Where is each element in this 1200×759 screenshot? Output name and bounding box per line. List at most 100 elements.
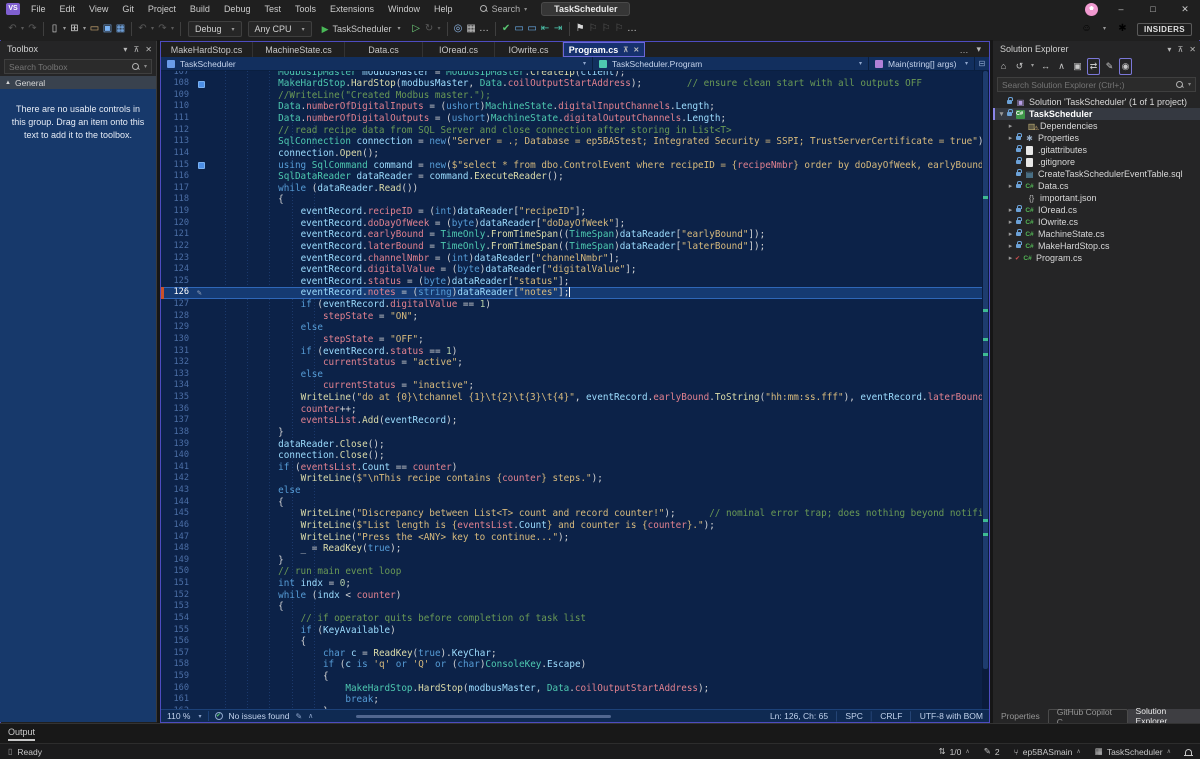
chevron-down-icon[interactable]: ▾ (123, 45, 127, 54)
toolbox-group-general[interactable]: ▲ General (0, 76, 156, 89)
code-line[interactable]: 144 { (161, 497, 989, 509)
menu-git[interactable]: Git (115, 0, 141, 18)
menu-edit[interactable]: Edit (53, 0, 83, 18)
code-line[interactable]: 124 eventRecord.digitalValue = (byte)dat… (161, 264, 989, 276)
code-line[interactable]: 151 int indx = 0; (161, 578, 989, 590)
code-line[interactable]: 114 connection.Open(); (161, 148, 989, 160)
menu-view[interactable]: View (82, 0, 115, 18)
toggle-bookmark-icon[interactable]: ⚑ (574, 19, 587, 39)
code-line[interactable]: 140 connection.Close(); (161, 450, 989, 462)
tree-item-iowrite-cs[interactable]: ▸C#IOwrite.cs (993, 216, 1200, 228)
cursor-position[interactable]: Ln: 126, Ch: 65 (770, 711, 828, 721)
menu-debug[interactable]: Debug (217, 0, 258, 18)
code-line[interactable]: 149 } (161, 555, 989, 567)
code-line[interactable]: 132 currentStatus = "active"; (161, 357, 989, 369)
tree-item-properties[interactable]: ▸✱Properties (993, 132, 1200, 144)
menu-project[interactable]: Project (141, 0, 183, 18)
tree-item-data-cs[interactable]: ▸C#Data.cs (993, 180, 1200, 192)
platform-dropdown[interactable]: Any CPU▾ (248, 21, 312, 37)
tab-list-chevron-icon[interactable]: ▾ (976, 44, 981, 55)
nav-forward-icon[interactable]: ↷ (26, 19, 39, 39)
code-line[interactable]: 134 currentStatus = "inactive"; (161, 380, 989, 392)
zoom-select[interactable]: 110 % ▾ (167, 711, 209, 721)
panel-tab-github-copilot-c-[interactable]: GitHub Copilot C... (1048, 709, 1128, 723)
menu-test[interactable]: Test (257, 0, 288, 18)
redo-caret-icon[interactable]: ▾ (169, 19, 176, 39)
chevron-right-icon[interactable]: ▸ (1006, 134, 1015, 142)
add-item-caret-icon[interactable]: ▾ (81, 19, 88, 39)
code-cleanup-icon[interactable]: ✎ (295, 712, 302, 721)
code-line[interactable]: 150 // run main event loop (161, 566, 989, 578)
pin-icon[interactable]: ⊼ (133, 45, 139, 54)
code-line[interactable]: 137 eventsList.Add(eventRecord); (161, 415, 989, 427)
bell-status[interactable] (1185, 749, 1192, 755)
start-debugging-button[interactable]: ▶TaskScheduler▾ (317, 21, 408, 37)
code-line[interactable]: 107 ModbusIpMaster modbusMaster = Modbus… (161, 71, 989, 78)
code-line[interactable]: 161 break; (161, 694, 989, 706)
next-bookmark-icon[interactable]: ⚐ (600, 19, 613, 39)
tab-ioread-cs[interactable]: IOread.cs (423, 42, 495, 57)
code-line[interactable]: 145 WriteLine("Discrepancy between List<… (161, 508, 989, 520)
code-line[interactable]: 116 SqlDataReader dataReader = command.E… (161, 171, 989, 183)
code-line[interactable]: 142 WriteLine($"\nThis recipe contains {… (161, 473, 989, 485)
code-line[interactable]: 159 { (161, 671, 989, 683)
code-line[interactable]: 147 WriteLine("Press the <ANY> key to co… (161, 532, 989, 544)
encoding-indicator[interactable]: UTF-8 with BOM (920, 711, 983, 721)
tree-item-solution-taskscheduler-1-of-1-project-[interactable]: ▣Solution 'TaskScheduler' (1 of 1 projec… (993, 96, 1200, 108)
increase-indent-icon[interactable]: ⇥ (552, 19, 565, 39)
nav-back-icon[interactable]: ↶ (6, 19, 19, 39)
tab-program-cs[interactable]: Program.cs⊼✕ (563, 42, 645, 57)
code-line[interactable]: 121 eventRecord.earlyBound = TimeOnly.Fr… (161, 229, 989, 241)
code-line[interactable]: 146 WriteLine($"List length is {eventsLi… (161, 520, 989, 532)
code-line[interactable]: 117 while (dataReader.Read()) (161, 183, 989, 195)
new-file-icon[interactable]: ▯ (48, 19, 61, 39)
code-line[interactable]: 155 if (KeyAvailable) (161, 625, 989, 637)
vertical-scrollbar[interactable] (982, 71, 989, 709)
collapse-all-icon[interactable]: ∧ (1055, 59, 1068, 74)
maximize-button[interactable]: □ (1144, 4, 1162, 14)
code-line[interactable]: 120 eventRecord.doDayOfWeek = (byte)data… (161, 218, 989, 230)
tree-item-program-cs[interactable]: ▸✔C#Program.cs (993, 252, 1200, 264)
tree-item-makehardstop-cs[interactable]: ▸C#MakeHardStop.cs (993, 240, 1200, 252)
code-line[interactable]: 127 if (eventRecord.digitalValue == 1) (161, 299, 989, 311)
chevron-down-icon[interactable]: ▾ (1167, 45, 1171, 54)
code-line[interactable]: 157 char c = ReadKey(true).KeyChar; (161, 648, 989, 660)
tree-item--gitattributes[interactable]: .gitattributes (993, 144, 1200, 156)
chevron-right-icon[interactable]: ▸ (1006, 242, 1015, 250)
edit-overflow-icon[interactable]: … (626, 19, 639, 39)
close-button[interactable]: ✕ (1176, 4, 1194, 15)
code-line[interactable]: 126✎ eventRecord.notes = (string)dataRea… (161, 287, 989, 299)
code-line[interactable]: 143 else (161, 485, 989, 497)
panel-tab-properties[interactable]: Properties (993, 709, 1048, 723)
menu-tools[interactable]: Tools (288, 0, 323, 18)
code-line[interactable]: 139 dataReader.Close(); (161, 439, 989, 451)
account-avatar[interactable] (1085, 3, 1098, 16)
redo-icon[interactable]: ↷ (156, 19, 169, 39)
panel-tab-solution-explorer[interactable]: Solution Explorer (1128, 709, 1200, 723)
scope-to-this-icon[interactable]: ⇄ (1087, 58, 1100, 75)
code-line[interactable]: 154 // if operator quits before completi… (161, 613, 989, 625)
close-icon[interactable]: ✕ (633, 46, 639, 54)
tab-iowrite-cs[interactable]: IOwrite.cs (495, 42, 563, 57)
toolbox-search-input[interactable] (9, 62, 132, 72)
save-all-icon[interactable]: ▦ (114, 19, 127, 39)
code-line[interactable]: 113 SqlConnection connection = new("Serv… (161, 136, 989, 148)
code-line[interactable]: 131 if (eventRecord.status == 1) (161, 346, 989, 358)
hot-reload-icon[interactable]: ↻ (423, 19, 436, 39)
code-line[interactable]: 109 //WriteLine("Created Modbus master."… (161, 90, 989, 102)
menu-help[interactable]: Help (427, 0, 460, 18)
pin-icon[interactable]: ⊼ (623, 46, 628, 54)
code-line[interactable]: 123 eventRecord.channelNmbr = (int)dataR… (161, 253, 989, 265)
code-editor[interactable]: 107 ModbusIpMaster modbusMaster = Modbus… (161, 71, 989, 709)
properties-window-icon[interactable]: ▣ (1071, 59, 1084, 74)
global-search-button[interactable]: Search ▾ (474, 4, 534, 14)
pin-icon[interactable]: ⊼ (1177, 45, 1183, 54)
code-line[interactable]: 153 { (161, 601, 989, 613)
tab-data-cs[interactable]: Data.cs (345, 42, 423, 57)
code-line[interactable]: 158 if (c is 'q' or 'Q' or (char)Console… (161, 659, 989, 671)
code-line[interactable]: 128 stepState = "ON"; (161, 311, 989, 323)
switch-views-icon[interactable]: ↔ (1039, 59, 1052, 74)
output-tab[interactable]: Output (8, 727, 35, 741)
code-line[interactable]: 111 Data.numberOfDigitalOutputs = (ushor… (161, 113, 989, 125)
new-file-caret-icon[interactable]: ▾ (61, 19, 68, 39)
